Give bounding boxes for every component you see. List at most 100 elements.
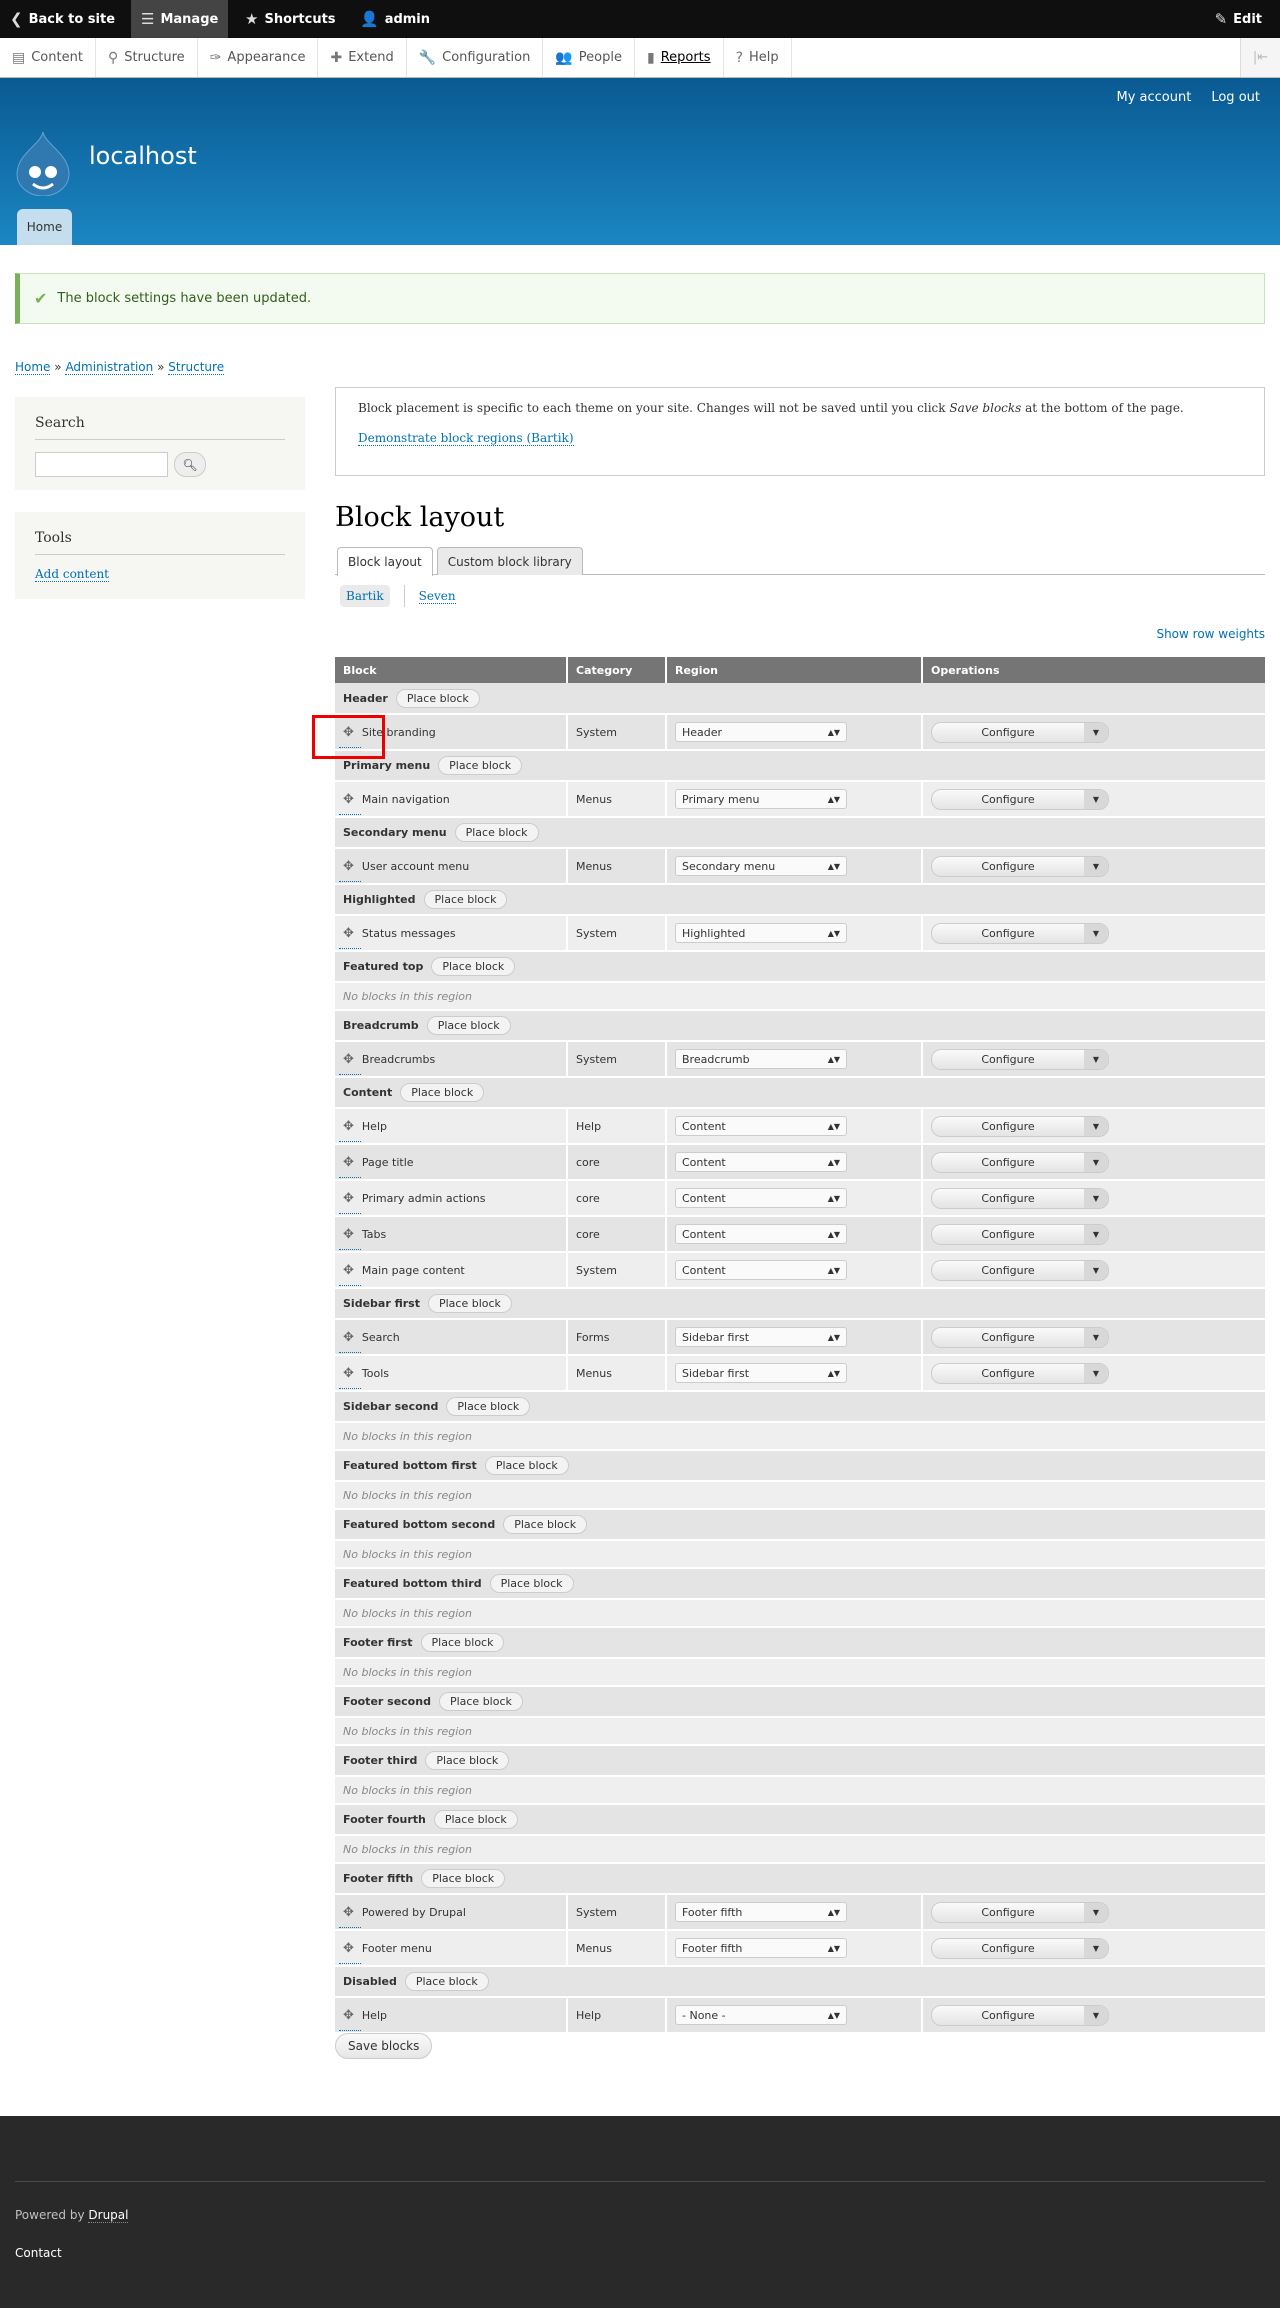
place-block-button[interactable]: Place block xyxy=(425,1751,510,1770)
tray-people[interactable]: 👥 People xyxy=(543,38,635,77)
tray-content[interactable]: ▤ Content xyxy=(0,38,96,77)
place-block-button[interactable]: Place block xyxy=(484,1456,569,1475)
dropdown-toggle-icon[interactable]: ▼ xyxy=(1084,1902,1108,1922)
place-block-button[interactable]: Place block xyxy=(427,1294,512,1313)
place-block-button[interactable]: Place block xyxy=(433,1810,518,1829)
edit-button[interactable]: ✎ Edit xyxy=(1205,0,1272,38)
configure-button[interactable]: Configure ▼ xyxy=(931,1362,1109,1384)
region-select[interactable]: Header ▲▼ xyxy=(675,722,847,742)
drag-handle-icon[interactable]: ✥ xyxy=(343,1366,354,1381)
tray-structure[interactable]: ⚲ Structure xyxy=(96,38,198,77)
tab-custom-block-library[interactable]: Custom block library xyxy=(436,547,583,575)
drag-handle-icon[interactable]: ✥ xyxy=(343,792,354,807)
configure-button[interactable]: Configure ▼ xyxy=(931,1151,1109,1173)
dropdown-toggle-icon[interactable]: ▼ xyxy=(1084,923,1108,943)
configure-button[interactable]: Configure ▼ xyxy=(931,788,1109,810)
contact-link[interactable]: Contact xyxy=(15,2246,62,2260)
place-block-button[interactable]: Place block xyxy=(423,890,508,909)
region-select[interactable]: Secondary menu ▲▼ xyxy=(675,856,847,876)
place-block-button[interactable]: Place block xyxy=(438,756,523,775)
dropdown-toggle-icon[interactable]: ▼ xyxy=(1084,1363,1108,1383)
configure-button[interactable]: Configure ▼ xyxy=(931,1326,1109,1348)
drag-handle-icon[interactable]: ✥ xyxy=(343,1941,354,1956)
tray-reports[interactable]: ▮ Reports xyxy=(635,38,724,77)
drag-handle-icon[interactable]: ✥ xyxy=(343,1330,354,1345)
drag-handle-icon[interactable]: ✥ xyxy=(343,1155,354,1170)
drag-handle-icon[interactable]: ✥ xyxy=(343,725,354,740)
configure-button[interactable]: Configure ▼ xyxy=(931,2004,1109,2026)
dropdown-toggle-icon[interactable]: ▼ xyxy=(1084,789,1108,809)
place-block-button[interactable]: Place block xyxy=(420,1633,505,1652)
configure-button[interactable]: Configure ▼ xyxy=(931,1901,1109,1923)
tray-appearance[interactable]: ✑ Appearance xyxy=(198,38,319,77)
place-block-button[interactable]: Place block xyxy=(431,957,516,976)
dropdown-toggle-icon[interactable]: ▼ xyxy=(1084,1116,1108,1136)
region-select[interactable]: Content ▲▼ xyxy=(675,1188,847,1208)
dropdown-toggle-icon[interactable]: ▼ xyxy=(1084,2005,1108,2025)
save-blocks-button[interactable]: Save blocks xyxy=(335,2033,433,2059)
dropdown-toggle-icon[interactable]: ▼ xyxy=(1084,1224,1108,1244)
region-select[interactable]: Breadcrumb ▲▼ xyxy=(675,1049,847,1069)
place-block-button[interactable]: Place block xyxy=(426,1016,511,1035)
breadcrumb-home[interactable]: Home xyxy=(15,360,51,375)
configure-button[interactable]: Configure ▼ xyxy=(931,1259,1109,1281)
show-row-weights-link[interactable]: Show row weights xyxy=(1156,627,1265,641)
drag-handle-icon[interactable]: ✥ xyxy=(343,1263,354,1278)
tab-block-layout[interactable]: Block layout xyxy=(337,547,433,576)
tray-help[interactable]: ? Help xyxy=(724,38,792,77)
drag-handle-icon[interactable]: ✥ xyxy=(343,1905,354,1920)
drupal-logo-icon[interactable] xyxy=(15,130,71,196)
drag-handle-icon[interactable]: ✥ xyxy=(343,2008,354,2023)
place-block-button[interactable]: Place block xyxy=(404,1972,489,1991)
drag-handle-icon[interactable]: ✥ xyxy=(343,1052,354,1067)
region-select[interactable]: Content ▲▼ xyxy=(675,1152,847,1172)
manage-button[interactable]: ☰ Manage xyxy=(131,0,229,38)
tab-seven[interactable]: Seven xyxy=(418,589,456,604)
breadcrumb-administration[interactable]: Administration xyxy=(65,360,154,375)
region-select[interactable]: - None - ▲▼ xyxy=(675,2005,847,2025)
tray-extend[interactable]: ✚ Extend xyxy=(318,38,407,77)
configure-button[interactable]: Configure ▼ xyxy=(931,721,1109,743)
region-select[interactable]: Highlighted ▲▼ xyxy=(675,923,847,943)
region-select[interactable]: Content ▲▼ xyxy=(675,1224,847,1244)
search-button[interactable]: 🔍︎ xyxy=(174,452,206,477)
dropdown-toggle-icon[interactable]: ▼ xyxy=(1084,856,1108,876)
breadcrumb-structure[interactable]: Structure xyxy=(168,360,225,375)
dropdown-toggle-icon[interactable]: ▼ xyxy=(1084,1938,1108,1958)
drag-handle-icon[interactable]: ✥ xyxy=(343,926,354,941)
search-input[interactable] xyxy=(35,452,168,477)
drag-handle-icon[interactable]: ✥ xyxy=(343,859,354,874)
place-block-button[interactable]: Place block xyxy=(489,1574,574,1593)
user-button[interactable]: 👤 admin xyxy=(350,0,440,38)
place-block-button[interactable]: Place block xyxy=(503,1515,588,1534)
drupal-link[interactable]: Drupal xyxy=(88,2208,129,2223)
place-block-button[interactable]: Place block xyxy=(438,1692,523,1711)
drag-handle-icon[interactable]: ✥ xyxy=(343,1119,354,1134)
place-block-button[interactable]: Place block xyxy=(446,1397,531,1416)
region-select[interactable]: Sidebar first ▲▼ xyxy=(675,1327,847,1347)
place-block-button[interactable]: Place block xyxy=(421,1869,506,1888)
drag-handle-icon[interactable]: ✥ xyxy=(343,1227,354,1242)
region-select[interactable]: Footer fifth ▲▼ xyxy=(675,1902,847,1922)
place-block-button[interactable]: Place block xyxy=(400,1083,485,1102)
tab-bartik[interactable]: Bartik xyxy=(340,585,390,607)
log-out-link[interactable]: Log out xyxy=(1211,90,1260,105)
back-to-site-button[interactable]: ❮ Back to site xyxy=(0,0,125,38)
add-content-link[interactable]: Add content xyxy=(35,567,109,582)
configure-button[interactable]: Configure ▼ xyxy=(931,922,1109,944)
dropdown-toggle-icon[interactable]: ▼ xyxy=(1084,1260,1108,1280)
dropdown-toggle-icon[interactable]: ▼ xyxy=(1084,1327,1108,1347)
configure-button[interactable]: Configure ▼ xyxy=(931,855,1109,877)
demonstrate-block-regions-link[interactable]: Demonstrate block regions (Bartik) xyxy=(358,431,574,446)
drag-handle-icon[interactable]: ✥ xyxy=(343,1191,354,1206)
dropdown-toggle-icon[interactable]: ▼ xyxy=(1084,1188,1108,1208)
main-menu-home[interactable]: Home xyxy=(17,209,72,245)
configure-button[interactable]: Configure ▼ xyxy=(931,1937,1109,1959)
my-account-link[interactable]: My account xyxy=(1117,90,1192,105)
region-select[interactable]: Content ▲▼ xyxy=(675,1260,847,1280)
dropdown-toggle-icon[interactable]: ▼ xyxy=(1084,1049,1108,1069)
region-select[interactable]: Footer fifth ▲▼ xyxy=(675,1938,847,1958)
configure-button[interactable]: Configure ▼ xyxy=(931,1187,1109,1209)
configure-button[interactable]: Configure ▼ xyxy=(931,1223,1109,1245)
region-select[interactable]: Content ▲▼ xyxy=(675,1116,847,1136)
